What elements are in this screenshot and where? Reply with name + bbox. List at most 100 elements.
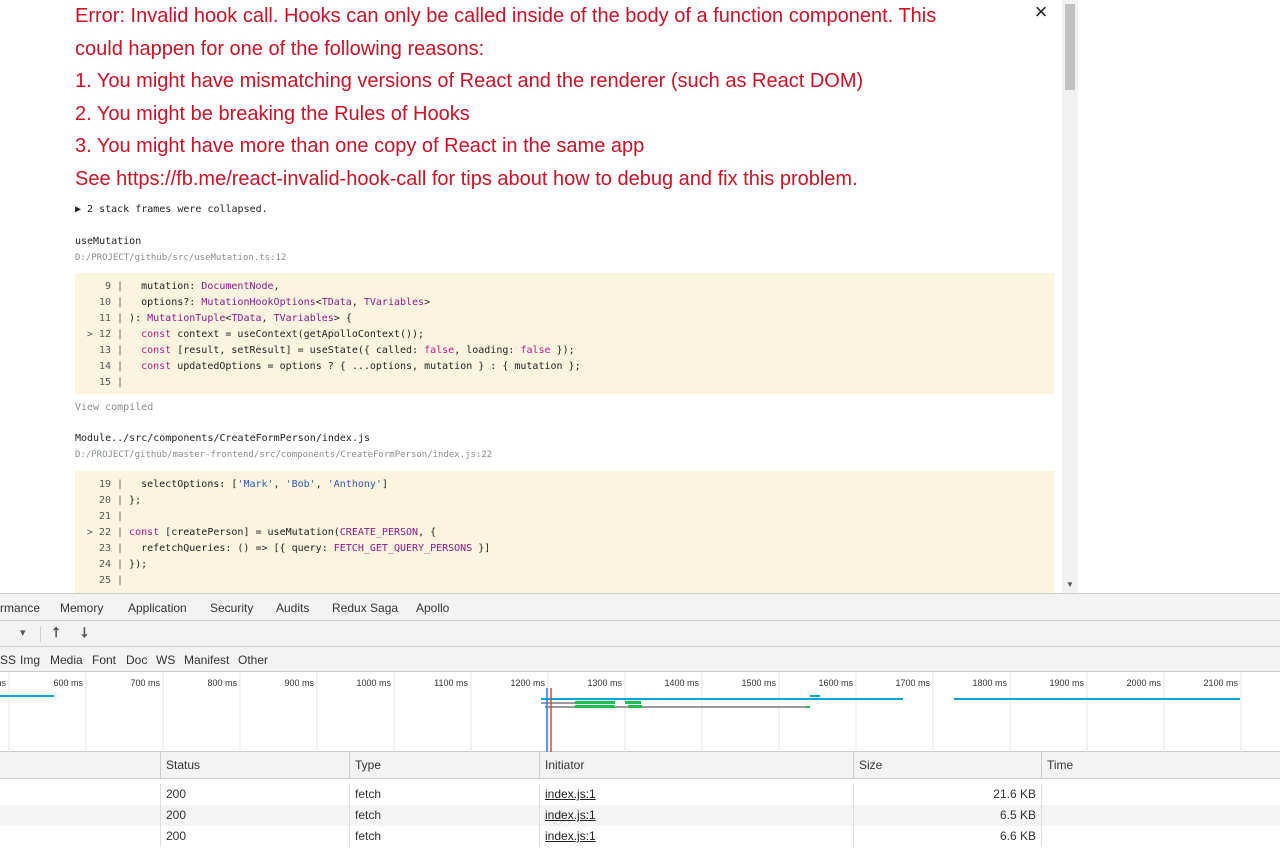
table-header: Status Type Initiator Size Time xyxy=(0,752,1280,779)
error-line: could happen for one of the following re… xyxy=(75,37,485,60)
initiator-link[interactable]: index.js:1 xyxy=(539,784,853,805)
gutter-separator: | xyxy=(117,377,130,388)
timeline-tick-label: 1300 ms xyxy=(587,678,622,688)
error-overlay: Error: Invalid hook call. Hooks can only… xyxy=(0,0,1280,593)
initiator-link[interactable]: index.js:1 xyxy=(539,826,853,847)
tab-security[interactable]: Security xyxy=(210,601,253,615)
line-number: 24 xyxy=(98,559,117,570)
table-row[interactable]: 200 fetch index.js:1 6.6 KB xyxy=(0,826,1280,847)
code-text: options?: MutationHookOptions<TData, TVa… xyxy=(129,297,431,308)
column-type[interactable]: Type xyxy=(349,752,539,779)
gutter-separator: | xyxy=(117,543,130,554)
line-number: 19 xyxy=(98,479,117,490)
request-bar xyxy=(625,701,641,704)
timeline-tick-label: 1100 ms xyxy=(434,678,468,688)
gutter-separator: | xyxy=(117,495,130,506)
error-line: See https://fb.me/react-invalid-hook-cal… xyxy=(75,167,858,190)
line-number: 15 xyxy=(98,377,117,388)
tab-memory[interactable]: Memory xyxy=(60,601,103,615)
gutter-separator: | xyxy=(117,281,130,292)
tab-redux-saga[interactable]: Redux Saga xyxy=(332,601,398,615)
view-compiled-link[interactable]: View compiled xyxy=(75,402,153,413)
timeline-tick-label: 2000 ms xyxy=(1126,678,1161,688)
line-number: 21 xyxy=(98,511,117,522)
frame-file-path[interactable]: D:/PROJECT/github/master-frontend/src/co… xyxy=(75,450,492,460)
tab-application[interactable]: Application xyxy=(128,601,187,615)
size-cell: 6.6 KB xyxy=(853,826,1041,847)
tab-audits[interactable]: Audits xyxy=(276,601,309,615)
scrollbar-thumb[interactable] xyxy=(1065,4,1075,90)
request-bar xyxy=(954,698,1240,700)
filter-ws[interactable]: WS xyxy=(156,653,175,667)
export-har-icon[interactable]: ⭣ xyxy=(81,624,88,641)
filter-media[interactable]: Media xyxy=(50,653,83,667)
error-line: 3. You might have more than one copy of … xyxy=(75,135,645,157)
name-cell[interactable] xyxy=(0,805,160,826)
network-toolbar: ▾ ⭡ ⭣ xyxy=(0,621,1280,647)
error-line: Error: Invalid hook call. Hooks can only… xyxy=(75,5,937,27)
collapsed-frames-toggle[interactable]: ▶ 2 stack frames were collapsed. xyxy=(75,204,268,215)
column-size[interactable]: Size xyxy=(853,752,1041,779)
code-line: 10 | options?: MutationHookOptions<TData… xyxy=(75,295,1054,311)
frame-function-name: Module../src/components/CreateFormPerson… xyxy=(75,433,371,444)
filter-css[interactable]: SS xyxy=(0,653,16,667)
frame-function-name: useMutation xyxy=(75,236,142,247)
timeline-tick-label: 700 ms xyxy=(130,678,160,688)
request-bar xyxy=(806,706,810,708)
line-number: 20 xyxy=(98,495,117,506)
request-bar xyxy=(628,705,642,708)
name-cell[interactable] xyxy=(0,826,160,847)
toolbar-divider xyxy=(40,626,41,642)
scroll-down-arrow-icon[interactable]: ▼ xyxy=(1062,579,1078,591)
frame-file-path[interactable]: D:/PROJECT/github/src/useMutation.ts:12 xyxy=(75,253,286,263)
overlay-scrollbar[interactable]: ▼ xyxy=(1062,0,1078,593)
timeline-tick-label: 1900 ms xyxy=(1049,678,1084,688)
initiator-link[interactable]: index.js:1 xyxy=(539,805,853,826)
timeline-tick-label: 1400 ms xyxy=(664,678,699,688)
line-number: 11 xyxy=(98,313,117,324)
gutter-separator: | xyxy=(117,297,130,308)
filter-other[interactable]: Other xyxy=(238,653,268,667)
gutter-separator: | xyxy=(117,313,130,324)
code-text: selectOptions: ['Mark', 'Bob', 'Anthony'… xyxy=(129,479,388,490)
error-line: 1. You might have mismatching versions o… xyxy=(75,70,864,92)
table-row[interactable]: 200 fetch index.js:1 6.5 KB xyxy=(0,805,1280,826)
type-cell: fetch xyxy=(349,784,539,805)
line-number: 14 xyxy=(98,361,117,372)
table-row[interactable]: 200 fetch index.js:1 21.6 KB xyxy=(0,784,1280,805)
network-timeline-overview[interactable]: ms 600 ms 700 ms 800 ms 900 ms 1000 ms 1100 ms… xyxy=(0,672,1280,752)
throttle-dropdown-icon[interactable]: ▾ xyxy=(20,626,26,639)
timeline-tick-label: 1000 ms xyxy=(356,678,391,688)
import-har-icon[interactable]: ⭡ xyxy=(53,624,60,641)
time-cell xyxy=(1041,784,1280,805)
timeline-tick-label: 1600 ms xyxy=(818,678,853,688)
request-bar xyxy=(0,695,54,697)
network-request-table: Status Type Initiator Size Time 200 fetch… xyxy=(0,752,1280,852)
filter-font[interactable]: Font xyxy=(92,653,116,667)
code-text: }; xyxy=(129,495,142,506)
timeline-tick-label: 600 ms xyxy=(53,678,83,688)
line-number: 10 xyxy=(98,297,117,308)
status-cell: 200 xyxy=(160,784,349,805)
timeline-tick-label: 1500 ms xyxy=(741,678,776,688)
close-overlay-button[interactable]: × xyxy=(1030,0,1052,26)
code-text: const updatedOptions = options ? { ...op… xyxy=(141,361,581,372)
name-cell[interactable] xyxy=(0,784,160,805)
filter-img[interactable]: Img xyxy=(20,653,40,667)
code-line: > 12 | const context = useContext(getApo… xyxy=(75,327,1054,343)
tab-performance[interactable]: rmance xyxy=(0,601,40,615)
column-initiator[interactable]: Initiator xyxy=(539,752,853,779)
column-time[interactable]: Time xyxy=(1041,752,1280,779)
time-cell xyxy=(1041,826,1280,847)
code-line: 11 | ): MutationTuple<TData, TVariables>… xyxy=(75,311,1054,327)
line-number: > 22 xyxy=(86,527,117,538)
gutter-separator: | xyxy=(117,361,130,372)
line-number: 23 xyxy=(98,543,117,554)
gutter-separator: | xyxy=(117,559,130,570)
filter-doc[interactable]: Doc xyxy=(126,653,147,667)
filter-manifest[interactable]: Manifest xyxy=(184,653,229,667)
column-status[interactable]: Status xyxy=(160,752,349,779)
request-bar xyxy=(810,695,820,697)
gutter-separator: | xyxy=(117,345,130,356)
tab-apollo[interactable]: Apollo xyxy=(416,601,449,615)
